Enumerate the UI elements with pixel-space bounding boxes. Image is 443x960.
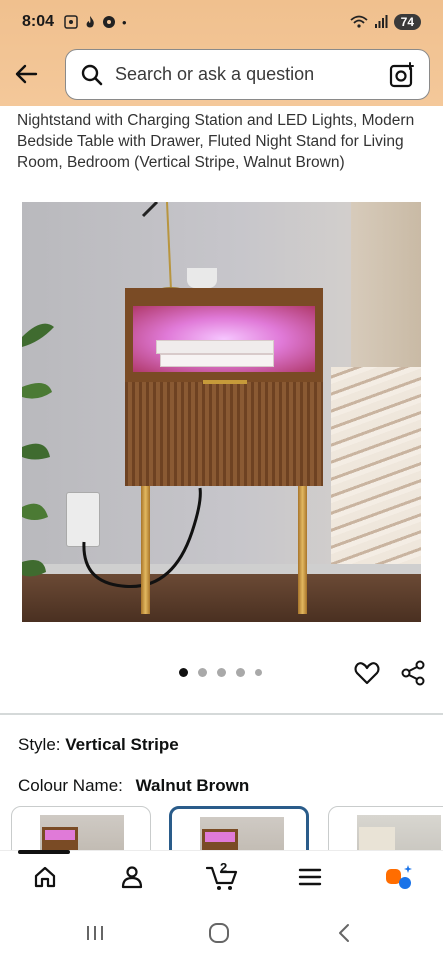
nightstand-top: [125, 288, 323, 300]
nightstand-leg-right: [298, 486, 307, 614]
colour-row: Colour Name: Walnut Brown: [18, 776, 249, 796]
camera-search-icon[interactable]: [389, 61, 415, 88]
nav-rufus-ai[interactable]: [384, 862, 414, 892]
nav-active-indicator: [18, 850, 70, 854]
section-divider: [0, 713, 443, 715]
wifi-icon: [350, 15, 368, 28]
books-graphic: [156, 340, 276, 368]
back-arrow-icon: [15, 64, 38, 84]
nav-menu[interactable]: [295, 862, 325, 892]
soccer-ball-icon: [103, 16, 116, 28]
cup-graphic: [187, 268, 217, 288]
carousel-dot[interactable]: [198, 668, 207, 677]
heart-icon[interactable]: [354, 660, 380, 686]
rufus-assistant-icon: [386, 865, 412, 889]
carousel-dot[interactable]: [255, 669, 262, 676]
battery-indicator: 74: [393, 14, 421, 30]
screenshot-icon: [64, 15, 78, 29]
search-icon: [81, 64, 103, 85]
home-button[interactable]: [207, 922, 231, 944]
product-image[interactable]: [22, 202, 421, 622]
home-circle-icon: [209, 923, 229, 943]
fire-icon: [86, 16, 94, 28]
status-right-icons: 74: [350, 14, 421, 30]
system-back-icon: [339, 924, 349, 942]
signal-icon: [374, 15, 388, 28]
swatch-led: [45, 830, 75, 840]
product-title[interactable]: Nightstand with Charging Station and LED…: [17, 110, 427, 173]
share-icon[interactable]: [400, 660, 426, 686]
status-bar: 8:04 • 74: [0, 0, 443, 44]
carousel-dot[interactable]: [236, 668, 245, 677]
nav-account[interactable]: [117, 862, 147, 892]
status-time: 8:04: [22, 13, 55, 30]
carousel-dot[interactable]: [179, 668, 188, 677]
home-icon: [34, 866, 56, 888]
user-icon: [121, 866, 143, 889]
nav-home[interactable]: [30, 862, 60, 892]
cart-count-badge: 2: [220, 860, 228, 875]
recent-apps-button[interactable]: [83, 922, 107, 944]
book-top: [156, 340, 274, 354]
carousel-dot[interactable]: [217, 668, 226, 677]
drawer-handle: [203, 380, 247, 384]
style-value: Vertical Stripe: [65, 735, 179, 754]
style-label: Style:: [18, 735, 61, 754]
colour-value: Walnut Brown: [135, 776, 250, 795]
recent-apps-icon: [87, 926, 103, 940]
hamburger-menu-icon: [298, 868, 322, 886]
image-carousel-dots[interactable]: [179, 668, 262, 677]
book-bottom: [160, 354, 274, 367]
search-bar[interactable]: Search or ask a question: [65, 49, 430, 100]
nightstand-leg-left: [141, 486, 150, 614]
system-back-button[interactable]: [332, 922, 356, 944]
back-button[interactable]: [12, 60, 40, 88]
swatch-led: [205, 832, 235, 842]
style-row: Style: Vertical Stripe: [18, 735, 179, 755]
status-notification-icons: •: [64, 15, 127, 30]
nightstand-drawer: [125, 378, 323, 486]
colour-label: Colour Name:: [18, 776, 123, 795]
dot-indicator-icon: •: [122, 14, 127, 30]
search-input[interactable]: Search or ask a question: [115, 64, 389, 85]
app-header: 8:04 • 74 Search or ask a question: [0, 0, 443, 106]
